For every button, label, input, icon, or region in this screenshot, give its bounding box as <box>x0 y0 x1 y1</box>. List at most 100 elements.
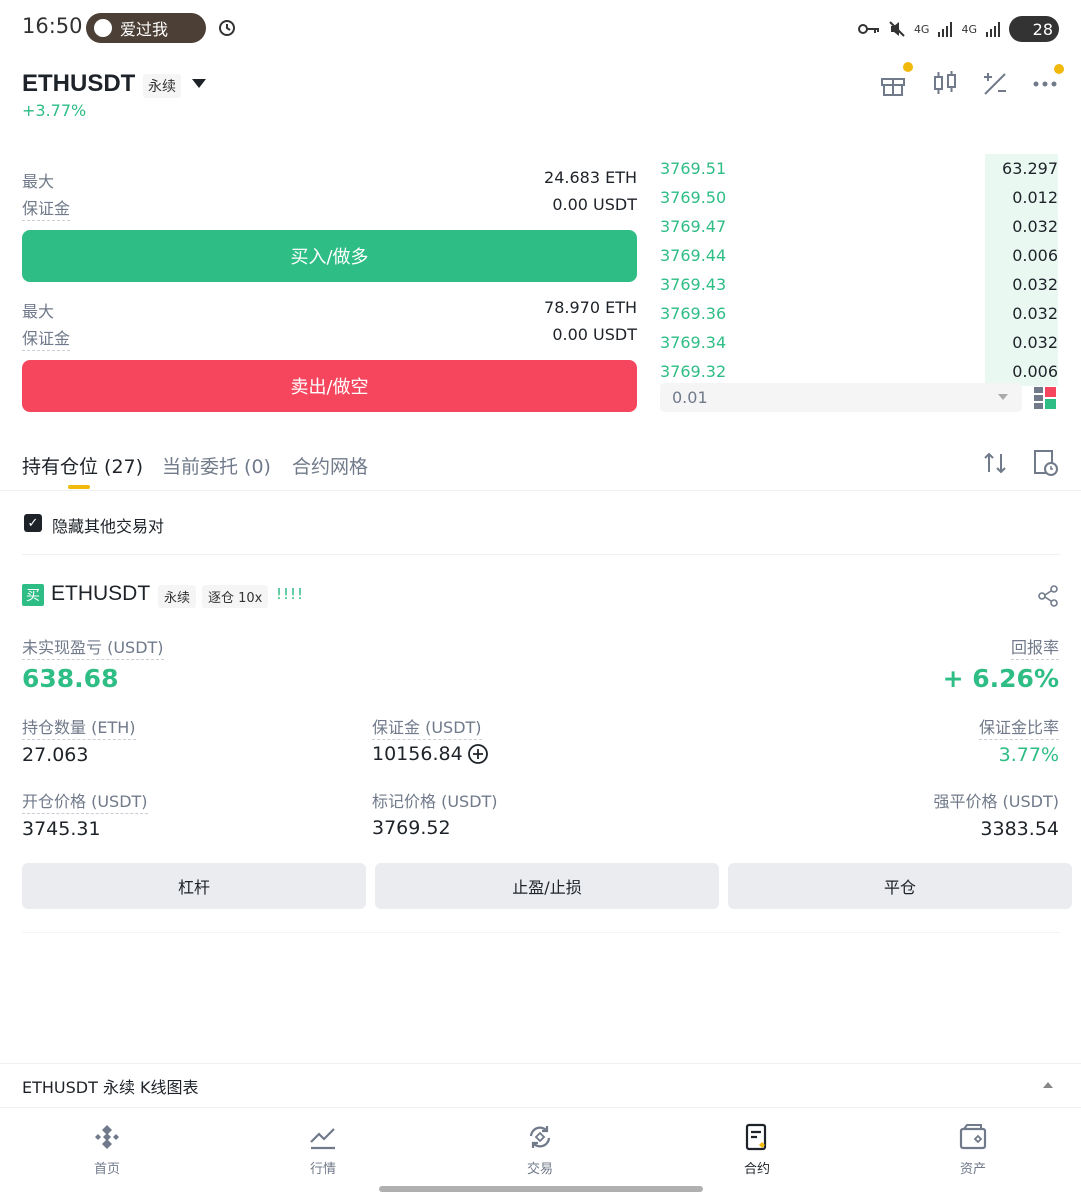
sort-icon[interactable] <box>982 450 1008 476</box>
network-label-2: 4G <box>961 22 977 36</box>
status-time: 16:50 <box>22 14 83 38</box>
buy-long-button[interactable]: 买入/做多 <box>22 230 637 282</box>
buy-margin-row: 保证金 0.00 USDT <box>22 195 637 221</box>
order-price: 3769.43 <box>660 275 727 294</box>
order-qty: 0.032 <box>1012 333 1058 352</box>
order-book: 3769.51 63.297 3769.50 0.012 3769.47 0.032 … <box>660 154 1058 386</box>
order-book-row[interactable]: 3769.47 0.032 <box>660 212 1058 241</box>
more-button[interactable] <box>1030 64 1064 100</box>
signal-icon <box>938 22 953 37</box>
active-tab-indicator <box>68 485 90 489</box>
adl-indicator: !!!! <box>276 585 305 603</box>
mute-icon <box>889 21 905 37</box>
buy-max-label: 最大 <box>22 172 55 191</box>
nav-label: 行情 <box>309 1162 336 1177</box>
buy-margin-label[interactable]: 保证金 <box>22 195 71 221</box>
order-qty: 0.032 <box>1012 275 1058 294</box>
entry-price-value: 3745.31 <box>22 818 101 840</box>
buy-margin-value: 0.00 USDT <box>552 195 637 214</box>
margin-label[interactable]: 保证金 (USDT) <box>372 714 482 740</box>
trade-icon <box>529 1126 551 1148</box>
sell-margin-row: 保证金 0.00 USDT <box>22 325 637 351</box>
symbol-title[interactable]: ETHUSDT <box>22 70 135 98</box>
chevron-down-icon <box>998 394 1008 400</box>
sell-max-label: 最大 <box>22 302 55 321</box>
share-icon[interactable] <box>1037 585 1059 607</box>
order-book-row[interactable]: 3769.51 63.297 <box>660 154 1058 183</box>
hide-other-pairs-checkbox[interactable]: ✓ <box>24 514 42 532</box>
hide-other-pairs-label[interactable]: 隐藏其他交易对 <box>52 513 164 537</box>
tab-open-orders[interactable]: 当前委托 (0) <box>162 452 271 479</box>
nav-assets[interactable]: 资产 <box>913 1122 1033 1177</box>
precision-value: 0.01 <box>672 388 708 407</box>
battery-indicator: 28 <box>1009 16 1059 42</box>
sell-margin-value: 0.00 USDT <box>552 325 637 344</box>
order-price: 3769.32 <box>660 362 727 381</box>
sell-short-button[interactable]: 卖出/做空 <box>22 360 637 412</box>
nav-home[interactable]: 首页 <box>47 1122 167 1177</box>
margin-ratio-label[interactable]: 保证金比率 <box>978 714 1059 740</box>
leverage-button[interactable]: 杠杆 <box>22 863 366 909</box>
position-size-label[interactable]: 持仓数量 (ETH) <box>22 714 136 740</box>
order-book-row[interactable]: 3769.50 0.012 <box>660 183 1058 212</box>
gift-button[interactable] <box>878 62 913 100</box>
order-book-row[interactable]: 3769.36 0.032 <box>660 299 1058 328</box>
sell-margin-label[interactable]: 保证金 <box>22 325 71 351</box>
alarm-icon <box>219 20 235 36</box>
entry-price-label[interactable]: 开仓价格 (USDT) <box>22 788 148 814</box>
margin-value: 10156.84 <box>372 743 463 765</box>
margin-value-row: 10156.84 <box>372 743 489 765</box>
history-icon[interactable] <box>1033 449 1059 477</box>
buy-max-row: 最大 24.683 ETH <box>22 168 637 192</box>
symbol-dropdown-icon[interactable] <box>192 79 206 88</box>
precision-select[interactable]: 0.01 <box>660 383 1022 412</box>
roe-label[interactable]: 回报率 <box>1010 634 1059 660</box>
order-price: 3769.44 <box>660 246 727 265</box>
home-indicator[interactable] <box>379 1186 703 1192</box>
nav-label: 合约 <box>743 1162 770 1177</box>
order-price: 3769.50 <box>660 188 727 207</box>
calculator-icon <box>984 73 1006 95</box>
nav-futures[interactable]: 合约 <box>697 1122 817 1177</box>
chevron-up-icon <box>1043 1082 1053 1088</box>
nav-label: 交易 <box>526 1162 553 1177</box>
order-book-row[interactable]: 3769.44 0.006 <box>660 241 1058 270</box>
nav-trade[interactable]: 交易 <box>480 1122 600 1177</box>
nav-markets[interactable]: 行情 <box>263 1122 383 1177</box>
notification-pill[interactable]: 爱过我 <box>86 13 206 43</box>
liq-price-label: 强平价格 (USDT) <box>933 792 1059 811</box>
price-change-pct: +3.77% <box>22 101 87 120</box>
tab-grid[interactable]: 合约网格 <box>292 452 368 479</box>
unrealized-pnl-label[interactable]: 未实现盈亏 (USDT) <box>22 634 164 660</box>
order-qty: 0.006 <box>1012 246 1058 265</box>
futures-icon <box>745 1123 767 1151</box>
order-book-row[interactable]: 3769.43 0.032 <box>660 270 1058 299</box>
add-margin-icon[interactable] <box>467 743 489 765</box>
order-qty: 0.012 <box>1012 188 1058 207</box>
order-book-row[interactable]: 3769.34 0.032 <box>660 328 1058 357</box>
kline-chart-label: ETHUSDT 永续 K线图表 <box>22 1077 199 1097</box>
buy-max-value: 24.683 ETH <box>544 168 637 187</box>
kline-chart-toggle[interactable]: ETHUSDT 永续 K线图表 <box>0 1063 1081 1107</box>
sell-max-row: 最大 78.970 ETH <box>22 298 637 322</box>
divider <box>22 554 1060 555</box>
kline-button[interactable] <box>930 68 962 100</box>
divider <box>22 932 1060 933</box>
position-type-tag: 永续 <box>158 585 197 608</box>
tab-positions[interactable]: 持有仓位 (27) <box>22 452 143 479</box>
nav-label: 资产 <box>959 1162 986 1177</box>
orderbook-layout-icon[interactable] <box>1033 386 1057 410</box>
markets-icon <box>310 1128 335 1150</box>
margin-ratio-value: 3.77% <box>998 744 1059 766</box>
order-book-row[interactable]: 3769.32 0.006 <box>660 357 1058 386</box>
tpsl-button[interactable]: 止盈/止损 <box>375 863 719 909</box>
contract-type-badge: 永续 <box>143 74 181 98</box>
position-symbol[interactable]: ETHUSDT <box>51 582 150 606</box>
unrealized-pnl-value: 638.68 <box>22 664 119 693</box>
app-icon <box>94 19 112 37</box>
calculator-button[interactable] <box>980 68 1012 100</box>
wallet-icon <box>959 1124 987 1150</box>
order-price: 3769.47 <box>660 217 727 236</box>
order-qty: 0.032 <box>1012 217 1058 236</box>
close-position-button[interactable]: 平仓 <box>728 863 1072 909</box>
